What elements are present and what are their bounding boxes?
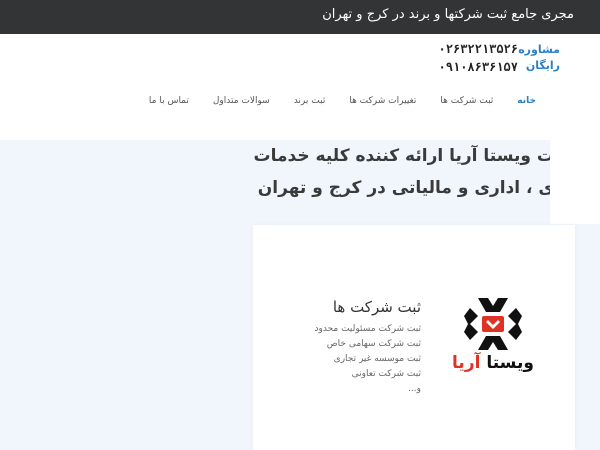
logo-wordmark: ویستا آریا [452, 351, 534, 372]
list-item[interactable]: ثبت موسسه غیر تجاری [315, 352, 421, 367]
list-item: و... [408, 384, 421, 394]
nav-item-company-changes[interactable]: تغییرات شرکت ها [337, 96, 428, 106]
nav-item-faq[interactable]: سوالات متداول [201, 96, 282, 106]
free-consultation-label: مشاوره رایگان [518, 43, 560, 72]
hero-heading-line-2: ی ، اداری و مالیاتی در کرج و تهران [257, 178, 550, 198]
list-item[interactable]: ثبت شرکت مسئولیت محدود [315, 322, 422, 337]
logo-emblem-icon [464, 298, 522, 350]
top-bar-tagline: مجری جامع ثبت شرکتها و برند در کرج و تهر… [322, 7, 574, 22]
list-item[interactable]: ثبت شرکت تعاونی [315, 367, 421, 382]
nav-item-brand-registration[interactable]: ثبت برند [282, 96, 338, 106]
top-bar: مجری جامع ثبت شرکتها و برند در کرج و تهر… [0, 0, 600, 34]
phone-mobile[interactable]: ۰۹۱۰۸۶۳۶۱۵۷ [439, 58, 518, 76]
hero-banner: ت ویستا آریا ارائه کننده کلیه خدمات ی ، … [0, 140, 550, 224]
vista-arya-logo: ویستا آریا [452, 298, 534, 372]
nav-item-contact[interactable]: تماس با ما [137, 96, 201, 106]
nav-item-home[interactable]: خانه [505, 96, 548, 106]
phone-numbers: ۰۲۶۳۲۲۱۳۵۲۶ ۰۹۱۰۸۶۳۶۱۵۷ [439, 40, 518, 76]
nav-item-company-registration[interactable]: ثبت شرکت ها [428, 96, 505, 106]
site-header: مشاوره رایگان ۰۲۶۳۲۲۱۳۵۲۶ ۰۹۱۰۸۶۳۶۱۵۷ خا… [0, 34, 600, 140]
phone-landline[interactable]: ۰۲۶۳۲۲۱۳۵۲۶ [439, 40, 518, 58]
main-nav: خانه ثبت شرکت ها تغییرات شرکت ها ثبت برن… [137, 96, 548, 106]
hero-heading-line-1: ت ویستا آریا ارائه کننده کلیه خدمات [253, 146, 550, 166]
list-item[interactable]: ثبت شرکت سهامی خاص [315, 337, 421, 352]
service-card-list: ثبت شرکت مسئولیت محدود ثبت شرکت سهامی خا… [315, 322, 422, 397]
service-card-title[interactable]: ثبت شرکت ها [333, 298, 421, 316]
